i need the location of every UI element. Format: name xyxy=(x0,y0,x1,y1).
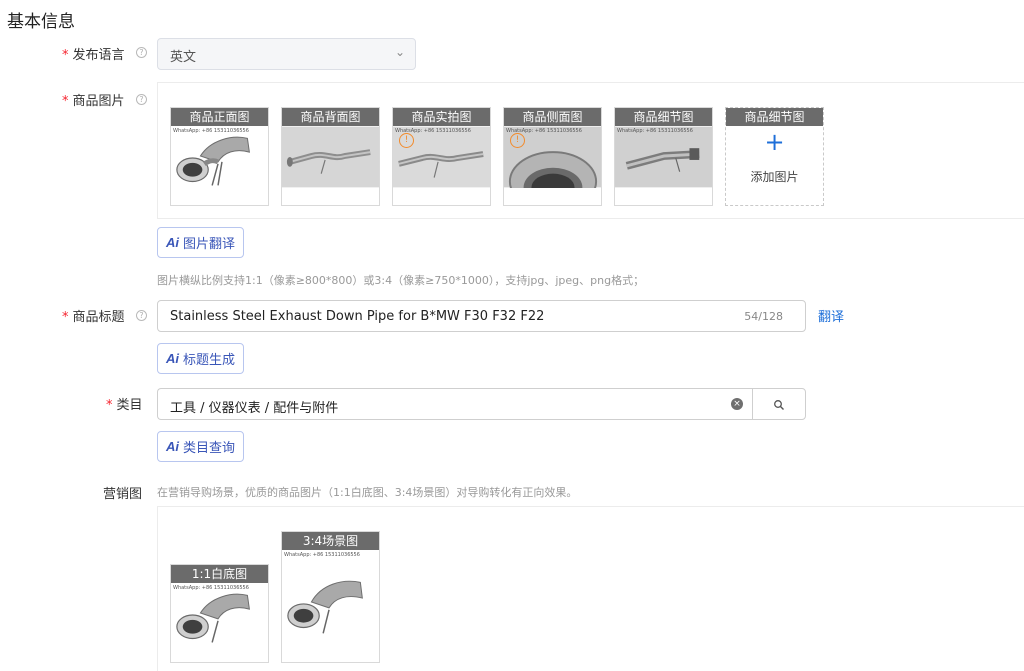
category-label: * 类目 xyxy=(106,398,143,413)
product-photo xyxy=(171,583,268,645)
translate-link[interactable]: 翻译 xyxy=(818,306,844,325)
image-tile-side[interactable]: 商品侧面图 WhatsApp: +86 15311036556 ! xyxy=(503,107,602,206)
image-tile-detail[interactable]: 商品细节图 WhatsApp: +86 15311036556 xyxy=(614,107,713,206)
tile-caption: 商品背面图 xyxy=(282,108,379,126)
title-input[interactable]: Stainless Steel Exhaust Down Pipe for B*… xyxy=(157,300,806,332)
image-tile-back[interactable]: 商品背面图 xyxy=(281,107,380,206)
image-upload-panel: 商品正面图 WhatsApp: +86 15311036556 商品背面图 商品… xyxy=(157,82,1024,219)
warning-icon[interactable]: ! xyxy=(399,133,414,148)
watermark-text: WhatsApp: +86 15311036556 xyxy=(173,128,249,134)
category-input[interactable]: 工具 / 仪器仪表 / 配件与附件 × xyxy=(157,388,753,420)
watermark-text: WhatsApp: +86 15311036556 xyxy=(173,585,249,591)
help-icon[interactable]: ? xyxy=(136,310,147,321)
title-generate-button[interactable]: Ai 标题生成 xyxy=(157,343,245,374)
images-label: * 商品图片 xyxy=(62,94,125,109)
ai-icon: Ai xyxy=(166,235,179,250)
watermark-text: WhatsApp: +86 15311036556 xyxy=(284,552,360,558)
add-image-tile[interactable]: 商品细节图 + 添加图片 xyxy=(725,107,824,206)
help-icon[interactable]: ? xyxy=(136,47,147,58)
tile-caption: 商品正面图 xyxy=(171,108,268,126)
marketing-image-panel: 1:1白底图 WhatsApp: +86 15311036556 3:4场景图 … xyxy=(157,506,1024,671)
image-tile-actual[interactable]: 商品实拍图 WhatsApp: +86 15311036556 ! xyxy=(392,107,491,206)
product-photo xyxy=(282,562,379,642)
watermark-text: WhatsApp: +86 15311036556 xyxy=(617,128,693,134)
product-photo xyxy=(171,126,268,188)
char-counter: 54/128 xyxy=(744,310,783,323)
tile-caption: 1:1白底图 xyxy=(171,565,268,583)
chevron-down-icon: ⌄ xyxy=(394,45,405,59)
tile-caption: 3:4场景图 xyxy=(282,532,379,550)
marketing-label: 营销图 xyxy=(103,487,143,502)
required-mark: * xyxy=(106,398,113,413)
product-photo xyxy=(615,126,712,188)
section-title: 基本信息 xyxy=(7,12,75,32)
language-value: 英文 xyxy=(170,50,197,65)
language-select[interactable]: 英文 ⌄ xyxy=(157,38,416,70)
required-mark: * xyxy=(62,94,69,109)
tile-caption: 商品细节图 xyxy=(726,108,823,126)
plus-icon: + xyxy=(764,128,785,156)
category-query-button[interactable]: Ai 类目查询 xyxy=(157,431,245,462)
category-search-button[interactable] xyxy=(752,388,806,420)
required-mark: * xyxy=(62,48,69,63)
search-icon xyxy=(774,400,784,410)
tile-caption: 商品细节图 xyxy=(615,108,712,126)
title-generate-label: 标题生成 xyxy=(183,352,236,367)
image-translate-button[interactable]: Ai 图片翻译 xyxy=(157,227,245,258)
image-hint: 图片横纵比例支持1:1（像素≥800*800）或3:4（像素≥750*1000）… xyxy=(157,274,645,287)
help-icon[interactable]: ? xyxy=(136,94,147,105)
tile-caption: 商品侧面图 xyxy=(504,108,601,126)
tile-caption: 商品实拍图 xyxy=(393,108,490,126)
required-mark: * xyxy=(62,310,69,325)
title-value: Stainless Steel Exhaust Down Pipe for B*… xyxy=(170,309,545,324)
ai-icon: Ai xyxy=(166,351,179,366)
product-photo xyxy=(282,126,379,188)
clear-icon[interactable]: × xyxy=(731,398,743,410)
add-image-label: 添加图片 xyxy=(750,170,799,184)
warning-icon[interactable]: ! xyxy=(510,133,525,148)
image-tile-front[interactable]: 商品正面图 WhatsApp: +86 15311036556 xyxy=(170,107,269,206)
language-label: * 发布语言 xyxy=(62,48,125,63)
marketing-tile-scene[interactable]: 3:4场景图 WhatsApp: +86 15311036556 xyxy=(281,531,380,663)
ai-icon: Ai xyxy=(166,439,179,454)
marketing-tile-white[interactable]: 1:1白底图 WhatsApp: +86 15311036556 xyxy=(170,564,269,663)
marketing-hint: 在营销导购场景，优质的商品图片（1:1白底图、3:4场景图）对导购转化有正向效果… xyxy=(157,486,578,499)
image-translate-label: 图片翻译 xyxy=(183,236,236,251)
category-value: 工具 / 仪器仪表 / 配件与附件 xyxy=(170,401,339,416)
title-label: * 商品标题 xyxy=(62,310,125,325)
category-query-label: 类目查询 xyxy=(183,440,236,455)
